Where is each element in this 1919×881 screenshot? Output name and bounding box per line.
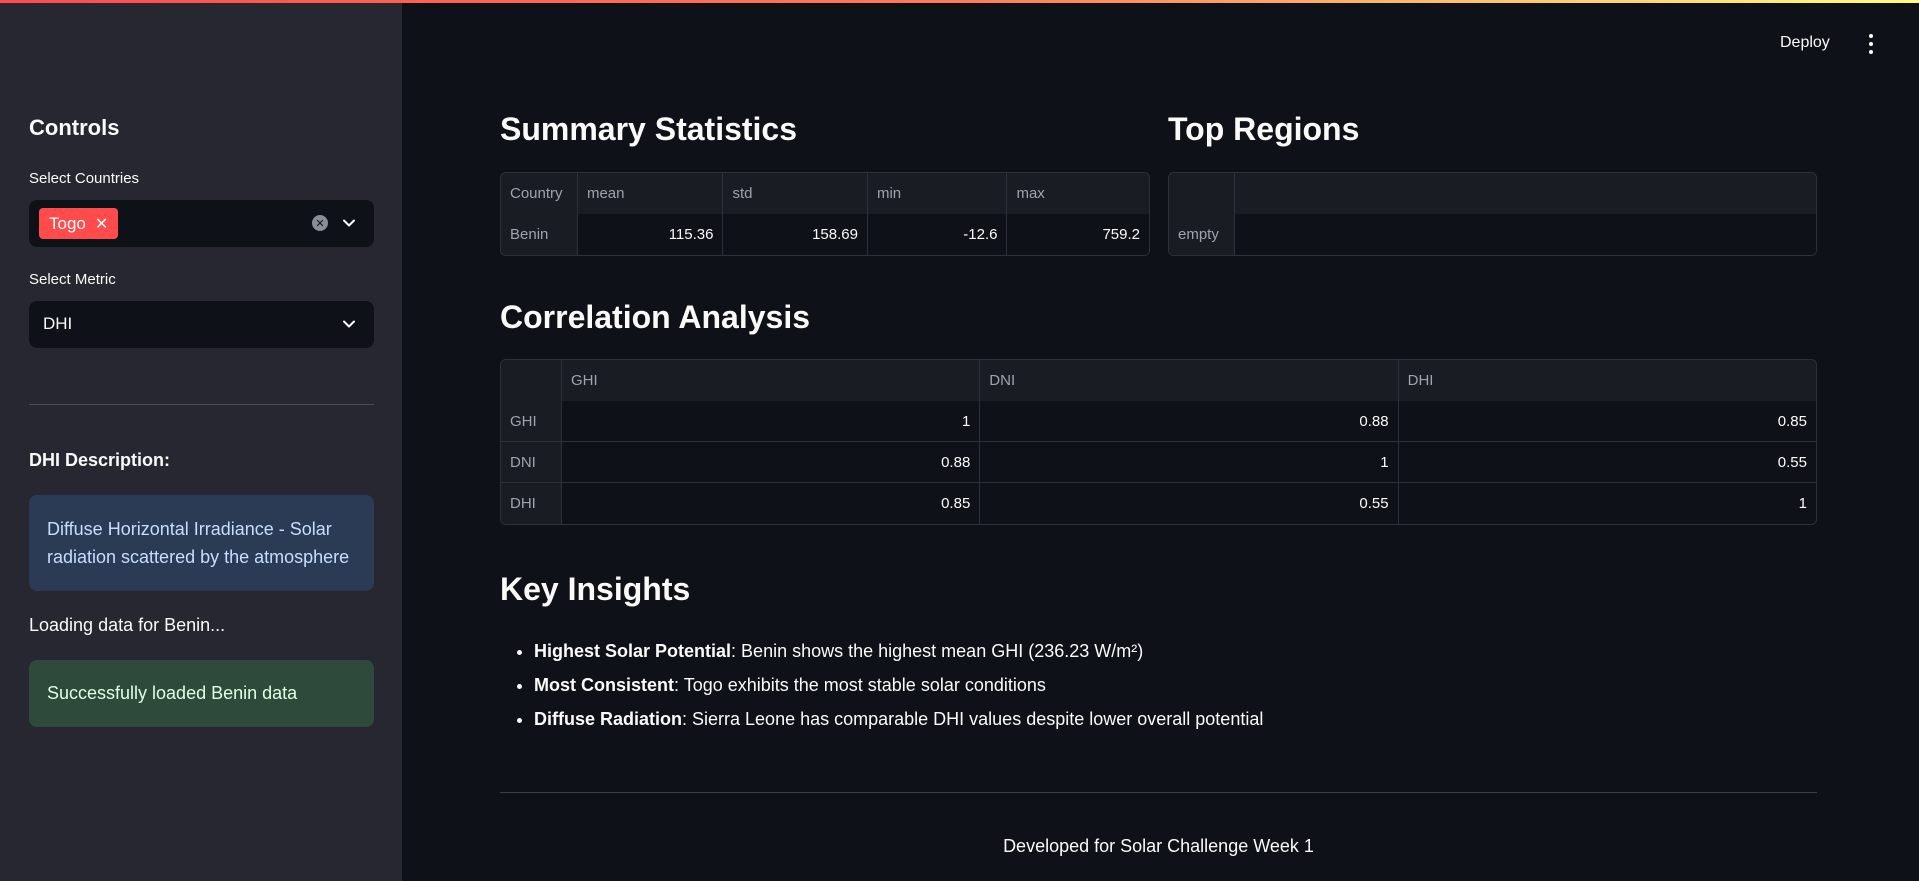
table-cell[interactable]: 0.85 xyxy=(1398,401,1816,442)
table-cell[interactable]: 158.69 xyxy=(723,214,868,255)
table-cell[interactable]: 0.88 xyxy=(980,401,1399,442)
insight-text: : Togo exhibits the most stable solar co… xyxy=(674,675,1046,695)
correlation-title: Correlation Analysis xyxy=(500,299,811,335)
column-header[interactable]: DHI xyxy=(1398,360,1816,401)
row-header[interactable]: DHI xyxy=(501,483,562,524)
sidebar: Controls Select Countries Togo ✕ ✕ Selec… xyxy=(0,0,402,881)
column-header[interactable]: max xyxy=(1007,173,1149,214)
countries-multiselect[interactable]: Togo ✕ ✕ xyxy=(29,200,374,247)
column-header xyxy=(501,360,562,401)
country-chip-label: Togo xyxy=(49,213,86,233)
row-header[interactable]: DNI xyxy=(501,442,562,483)
row-header[interactable]: GHI xyxy=(501,401,562,442)
description-title: DHI Description: xyxy=(29,450,171,470)
sidebar-divider xyxy=(29,404,374,405)
insight-bold: Most Consistent xyxy=(534,675,675,695)
loading-text: Loading data for Benin... xyxy=(29,615,226,635)
column-header[interactable]: GHI xyxy=(561,360,981,401)
top-regions-table[interactable]: empty xyxy=(1168,172,1817,256)
table-cell[interactable]: 1 xyxy=(1398,483,1816,524)
summary-title: Summary Statistics xyxy=(500,111,798,147)
table-header-row xyxy=(1169,173,1816,214)
table-cell[interactable]: 115.36 xyxy=(577,214,724,255)
country-chip: Togo ✕ xyxy=(39,208,119,239)
list-item: Most Consistent: Togo exhibits the most … xyxy=(534,670,1263,704)
description-info-box: Diffuse Horizontal Irradiance - Solar ra… xyxy=(29,495,374,591)
column-header[interactable]: min xyxy=(867,173,1008,214)
chevron-down-icon[interactable] xyxy=(342,216,356,230)
column-header[interactable]: Country xyxy=(501,173,578,214)
footer-text: Developed for Solar Challenge Week 1 xyxy=(1003,836,1314,856)
clear-all-icon[interactable]: ✕ xyxy=(312,215,328,231)
column-header[interactable]: mean xyxy=(577,173,724,214)
table-cell[interactable]: Benin xyxy=(501,214,578,255)
sidebar-title: Controls xyxy=(29,115,120,140)
insight-text: : Benin shows the highest mean GHI (236.… xyxy=(731,641,1144,661)
column-header xyxy=(1169,173,1235,214)
table-cell[interactable]: 1 xyxy=(561,401,981,442)
table-cell[interactable]: -12.6 xyxy=(867,214,1008,255)
metric-label: Select Metric xyxy=(29,271,116,288)
table-cell[interactable]: 1 xyxy=(980,442,1399,483)
metric-select[interactable]: DHI xyxy=(29,301,374,348)
table-cell[interactable]: 759.2 xyxy=(1007,214,1149,255)
column-header[interactable]: std xyxy=(723,173,868,214)
countries-label: Select Countries xyxy=(29,170,140,187)
deploy-button[interactable]: Deploy xyxy=(1780,34,1830,52)
column-header[interactable]: DNI xyxy=(980,360,1399,401)
correlation-table[interactable]: GHI DNI DHI GHI 1 0.88 0.85 DNI 0.88 1 0… xyxy=(500,359,1817,525)
success-alert: Successfully loaded Benin data xyxy=(29,660,374,727)
main-menu-icon[interactable] xyxy=(1867,34,1875,54)
column-header xyxy=(1235,173,1816,214)
table-cell xyxy=(1235,214,1816,255)
top-regions-title: Top Regions xyxy=(1168,111,1360,147)
table-cell[interactable]: 0.85 xyxy=(561,483,981,524)
chevron-down-icon[interactable] xyxy=(342,317,356,331)
table-row: GHI 1 0.88 0.85 xyxy=(501,401,1816,442)
table-row: DHI 0.85 0.55 1 xyxy=(501,483,1816,524)
table-row: empty xyxy=(1169,214,1816,255)
footer-divider xyxy=(500,792,1817,793)
table-cell[interactable]: 0.88 xyxy=(561,442,981,483)
table-header-row: Country mean std min max xyxy=(501,173,1149,214)
table-row: DNI 0.88 1 0.55 xyxy=(501,442,1816,483)
insight-bold: Highest Solar Potential xyxy=(534,641,732,661)
table-header-row: GHI DNI DHI xyxy=(501,360,1816,401)
table-cell[interactable]: 0.55 xyxy=(1398,442,1816,483)
remove-chip-icon[interactable]: ✕ xyxy=(95,214,108,234)
list-item: Diffuse Radiation: Sierra Leone has comp… xyxy=(534,704,1263,738)
insight-bold: Diffuse Radiation xyxy=(534,709,683,729)
empty-label: empty xyxy=(1169,214,1235,255)
summary-table[interactable]: Country mean std min max Benin 115.36 15… xyxy=(500,172,1150,256)
metric-select-value: DHI xyxy=(43,314,73,333)
top-decoration-stripe xyxy=(0,0,1919,3)
insights-title: Key Insights xyxy=(500,571,691,607)
table-row: Benin 115.36 158.69 -12.6 759.2 xyxy=(501,214,1149,255)
insight-text: : Sierra Leone has comparable DHI values… xyxy=(682,709,1264,729)
list-item: Highest Solar Potential: Benin shows the… xyxy=(534,636,1263,670)
insights-list: Highest Solar Potential: Benin shows the… xyxy=(500,636,1263,738)
table-cell[interactable]: 0.55 xyxy=(980,483,1399,524)
